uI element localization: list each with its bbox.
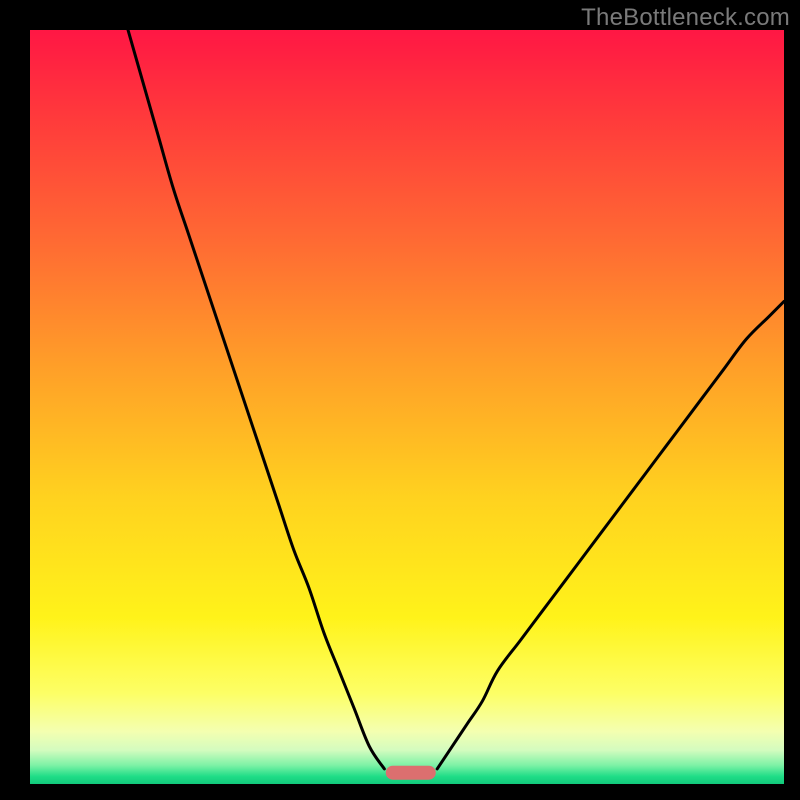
chart-frame: TheBottleneck.com: [0, 0, 800, 800]
attribution-text: TheBottleneck.com: [581, 4, 790, 32]
bottleneck-plot: [30, 30, 784, 784]
optimum-marker: [386, 766, 436, 780]
plot-svg: [30, 30, 784, 784]
gradient-background: [30, 30, 784, 784]
